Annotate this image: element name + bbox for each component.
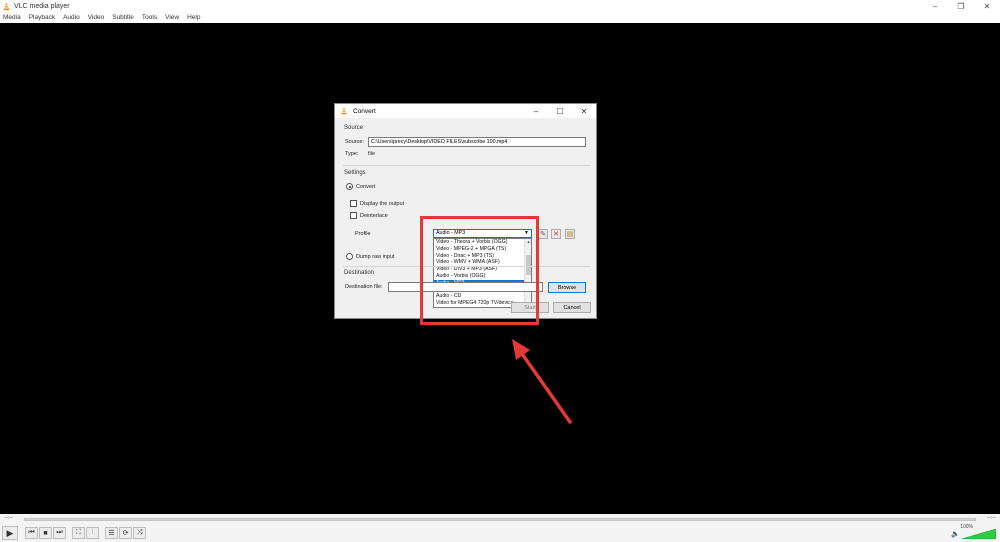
display-output-checkbox[interactable] <box>350 200 357 207</box>
dump-raw-label: Dump raw input <box>356 254 395 260</box>
seek-bar-row: --:-- --:-- <box>0 514 1000 524</box>
dialog-close-button[interactable]: ✕ <box>572 104 596 118</box>
type-value: file <box>368 151 376 157</box>
vlc-cone-icon <box>341 107 347 115</box>
source-field[interactable]: C:\Users\precy\Desktop\VIDEO FILES\subsc… <box>368 137 586 147</box>
shuffle-button[interactable]: ⤨ <box>133 527 146 539</box>
playback-controls: ▶ ⏮ ■ ⏭ ⛶ ⫶ ☰ ⟳ ⤨ 🔈 100% <box>0 524 1000 542</box>
menu-tools[interactable]: Tools <box>142 14 157 21</box>
play-button[interactable]: ▶ <box>2 526 18 540</box>
menu-subtitle[interactable]: Subtitle <box>112 14 134 21</box>
stop-button[interactable]: ■ <box>39 527 52 539</box>
source-label: Source: <box>345 139 364 145</box>
browse-button[interactable]: Browse <box>548 282 586 293</box>
menu-audio[interactable]: Audio <box>63 14 80 21</box>
dump-raw-radio[interactable] <box>346 253 353 260</box>
equalizer-icon: ⫶ <box>91 529 94 536</box>
menu-media[interactable]: Media <box>3 14 21 21</box>
loop-icon: ⟳ <box>122 530 129 537</box>
menu-view[interactable]: View <box>165 14 179 21</box>
previous-icon: ⏮ <box>28 529 35 536</box>
shuffle-icon: ⤨ <box>136 529 143 536</box>
menu-help[interactable]: Help <box>187 14 200 21</box>
new-profile-icon: ▤ <box>566 231 574 238</box>
volume-slider[interactable] <box>962 529 996 539</box>
total-time: --:-- <box>987 515 996 521</box>
dialog-title-bar: Convert – ☐ ✕ <box>335 104 596 118</box>
playlist-button[interactable]: ☰ <box>105 527 118 539</box>
seek-slider[interactable] <box>24 518 976 521</box>
destination-section-label: Destination <box>344 270 375 276</box>
play-icon: ▶ <box>6 527 14 538</box>
delete-profile-button[interactable]: ✕ <box>551 229 561 239</box>
window-title: VLC media player <box>14 2 70 10</box>
convert-radio[interactable] <box>346 183 353 190</box>
menu-bar: Media Playback Audio Video Subtitle Tool… <box>0 12 1000 23</box>
dialog-title: Convert <box>353 107 376 115</box>
profile-label: Profile <box>355 231 371 237</box>
type-label: Type: <box>345 151 359 157</box>
convert-label: Convert <box>356 184 376 190</box>
cancel-button[interactable]: Cancel <box>553 302 591 313</box>
extended-settings-button[interactable]: ⫶ <box>86 527 99 539</box>
vlc-cone-icon <box>3 1 10 10</box>
divider <box>343 165 591 166</box>
settings-section-label: Settings <box>344 170 366 176</box>
destination-label: Destination file: <box>345 284 383 290</box>
playlist-icon: ☰ <box>108 530 115 537</box>
delete-icon: ✕ <box>553 231 559 238</box>
source-section-label: Source <box>344 125 364 131</box>
minimize-button[interactable]: – <box>922 0 948 12</box>
dialog-minimize-button[interactable]: – <box>524 104 548 118</box>
close-button[interactable]: ✕ <box>974 0 1000 12</box>
pointer-arrow-icon <box>512 339 572 424</box>
title-bar: VLC media player – ❐ ✕ <box>0 0 1000 12</box>
fullscreen-icon: ⛶ <box>76 529 81 536</box>
restore-button[interactable]: ❐ <box>948 0 974 12</box>
next-icon: ⏭ <box>56 529 63 536</box>
speaker-icon[interactable]: 🔈 <box>951 530 960 538</box>
next-button[interactable]: ⏭ <box>53 527 66 539</box>
display-output-label: Display the output <box>360 201 405 207</box>
fullscreen-button[interactable]: ⛶ <box>72 527 85 539</box>
new-profile-button[interactable]: ▤ <box>565 229 575 239</box>
previous-button[interactable]: ⏮ <box>25 527 38 539</box>
dialog-maximize-button[interactable]: ☐ <box>548 104 572 118</box>
loop-button[interactable]: ⟳ <box>119 527 132 539</box>
edit-profile-button[interactable]: ✎ <box>538 229 548 239</box>
deinterlace-checkbox[interactable] <box>350 212 357 219</box>
menu-video[interactable]: Video <box>88 14 105 21</box>
wrench-icon: ✎ <box>540 231 546 238</box>
stop-icon: ■ <box>43 529 48 537</box>
menu-playback[interactable]: Playback <box>29 14 55 21</box>
deinterlace-label: Deinterlace <box>360 213 388 219</box>
elapsed-time: --:-- <box>4 515 13 521</box>
highlight-box <box>420 216 539 325</box>
